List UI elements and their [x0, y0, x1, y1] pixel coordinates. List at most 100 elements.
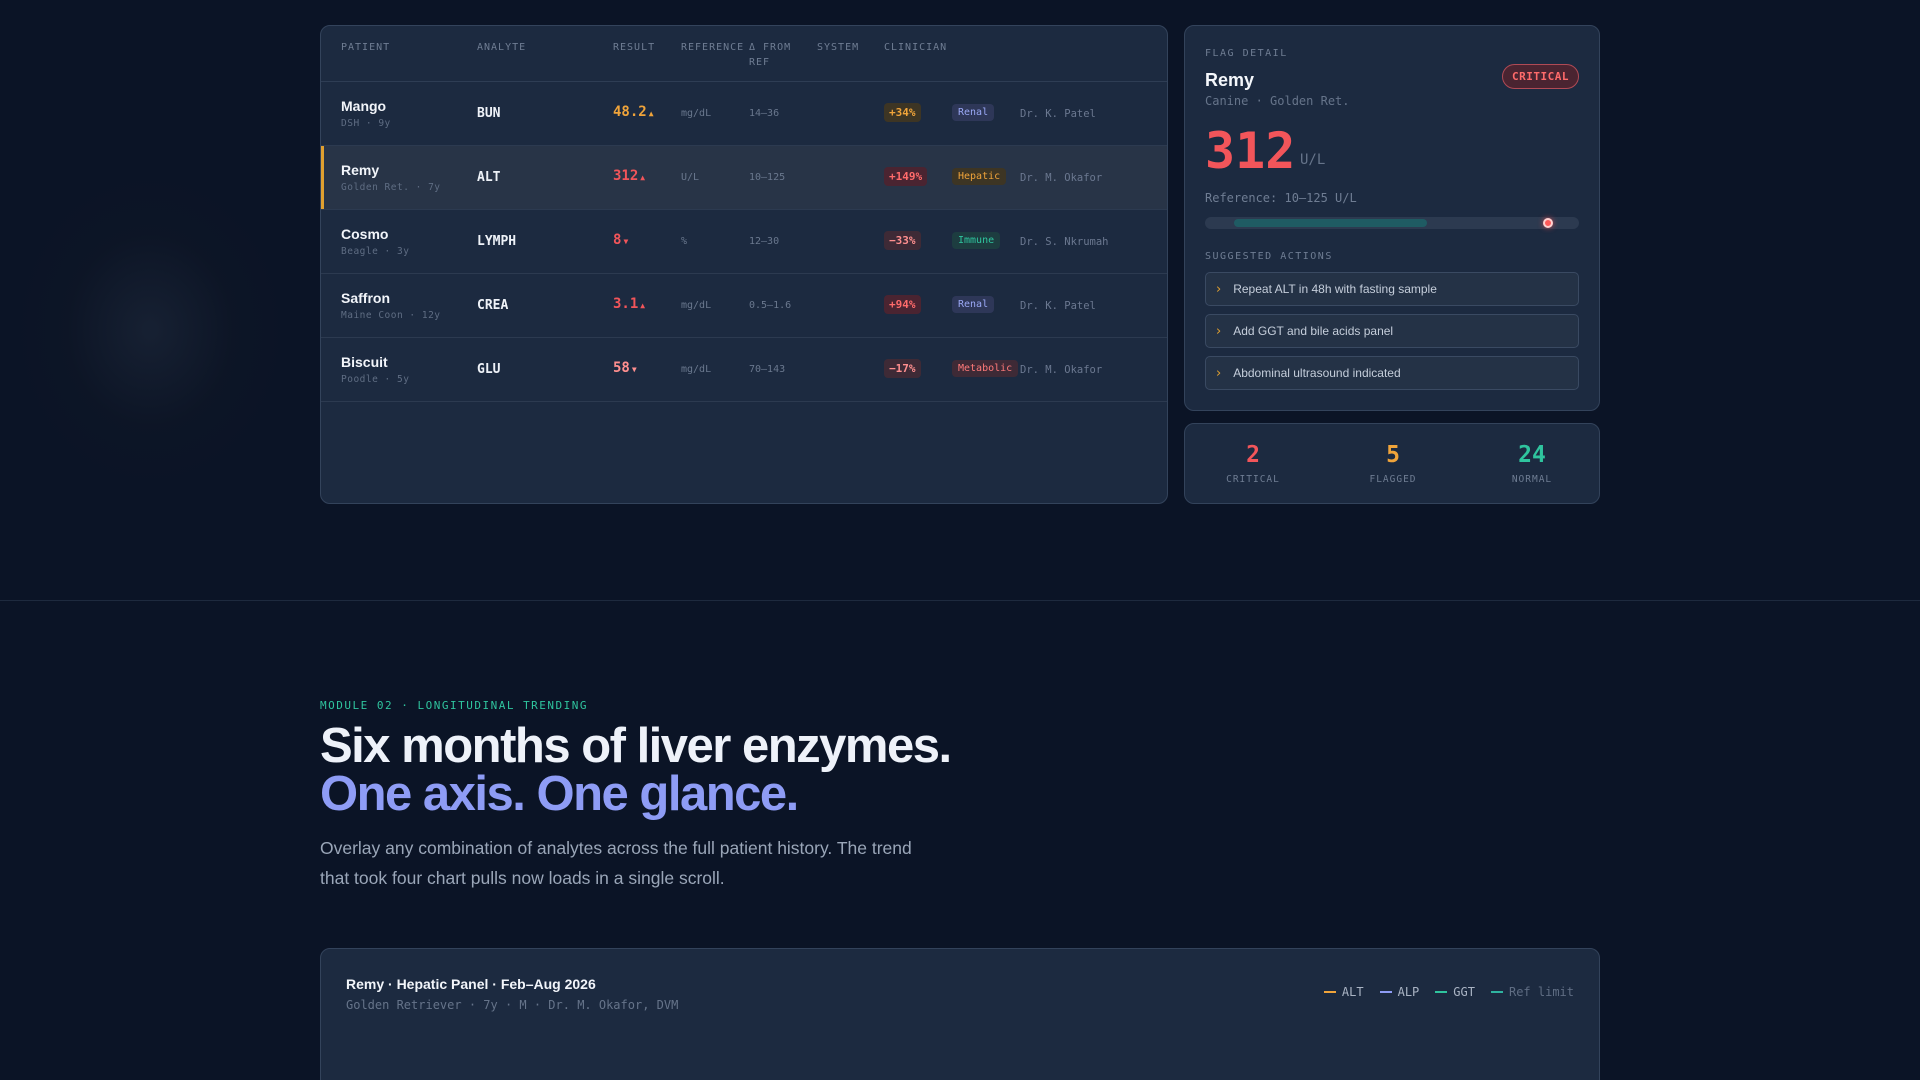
patient-species: Poodle · 5y: [341, 374, 410, 385]
flag-patient-species: Canine · Golden Ret.: [1205, 94, 1350, 108]
col-delta-line2: REF: [749, 57, 771, 68]
legend-label: GGT: [1453, 985, 1475, 999]
clinician-name: Dr. K. Patel: [1020, 108, 1096, 120]
clinician-name: Dr. S. Nkrumah: [1020, 236, 1109, 248]
analyte-code: BUN: [477, 106, 501, 121]
result-unit: mg/dL: [681, 108, 712, 119]
col-clinician[interactable]: CLINICIAN: [884, 40, 947, 55]
system-tag: Renal: [952, 296, 995, 313]
legend-alp[interactable]: ALP: [1379, 985, 1420, 999]
value-marker: [1542, 218, 1553, 228]
table-row[interactable]: Saffron Maine Coon · 12y CREA 3.1 ▲ mg/dL…: [321, 274, 1167, 338]
flag-patient-name: Remy: [1205, 70, 1255, 90]
patient-species: Beagle · 3y: [341, 246, 410, 257]
col-analyte[interactable]: ANALYTE: [477, 40, 526, 55]
result-value: 48.2 ▲: [613, 104, 654, 120]
patient-name: Cosmo: [341, 226, 389, 242]
chevron-right-icon: ›: [1216, 365, 1222, 381]
section-lede: Overlay any combination of analytes acro…: [320, 838, 912, 888]
count-critical: 2 CRITICAL: [1188, 442, 1318, 485]
trend-arrow-icon: ▲: [640, 301, 646, 310]
legend-ggt[interactable]: GGT: [1435, 985, 1475, 999]
col-system[interactable]: SYSTEM: [817, 40, 859, 55]
col-delta[interactable]: Δ FROM REF: [749, 40, 791, 70]
analyte-code: CREA: [477, 298, 509, 313]
col-result[interactable]: RESULT: [613, 40, 655, 55]
flag-reference: Reference: 10–125 U/L: [1205, 191, 1357, 205]
col-patient[interactable]: PATIENT: [341, 40, 390, 55]
clinician-name: Dr. K. Patel: [1020, 300, 1096, 312]
table-row[interactable]: Cosmo Beagle · 3y LYMPH 8 ▼ % 12–30 −33% …: [321, 210, 1167, 274]
legend-label: ALP: [1397, 985, 1420, 999]
table-row[interactable]: Mango DSH · 9y BUN 48.2 ▲ mg/dL 14–36 +34…: [321, 82, 1167, 146]
legend-swatch-dashed: [1490, 991, 1503, 993]
headline-line-2: One axis. One glance.: [320, 767, 799, 821]
analyte-code: ALT: [477, 170, 501, 185]
count-flagged: 5 FLAGGED: [1328, 442, 1458, 485]
trend-arrow-icon: ▼: [631, 365, 637, 374]
results-table: PATIENT ANALYTE RESULT REFERENCE Δ FROM …: [320, 25, 1168, 504]
flag-value: 312: [1205, 122, 1296, 180]
analyte-code: LYMPH: [477, 234, 517, 249]
headline-line-1: Six months of liver enzymes.: [320, 719, 952, 773]
reference-range-bar: [1205, 217, 1579, 229]
chevron-right-icon: ›: [1216, 281, 1222, 297]
count-number: 5: [1386, 442, 1400, 468]
patient-species: Golden Ret. · 7y: [341, 182, 441, 193]
delta-badge: +149%: [884, 167, 928, 186]
legend-swatch: [1323, 991, 1336, 993]
action-label: Abdominal ultrasound indicated: [1233, 366, 1401, 380]
legend-label: ALT: [1341, 985, 1364, 999]
count-label: CRITICAL: [1226, 474, 1280, 485]
col-reference[interactable]: REFERENCE: [681, 40, 744, 55]
flag-detail-label: FLAG DETAIL: [1205, 48, 1288, 59]
chart-subtitle: Golden Retriever · 7y · M · Dr. M. Okafo…: [346, 998, 679, 1012]
patient-species: DSH · 9y: [341, 118, 391, 129]
result-value: 58 ▼: [613, 360, 637, 376]
table-body: Mango DSH · 9y BUN 48.2 ▲ mg/dL 14–36 +34…: [321, 82, 1167, 402]
reference-range: 12–30: [749, 236, 780, 247]
action-repeat-alt[interactable]: › Repeat ALT in 48h with fasting sample: [1205, 272, 1579, 306]
suggested-actions-label: SUGGESTED ACTIONS: [1205, 251, 1333, 262]
result-unit: mg/dL: [681, 364, 712, 375]
clinician-name: Dr. M. Okafor: [1020, 364, 1103, 376]
system-tag: Metabolic: [952, 360, 1019, 377]
action-label: Repeat ALT in 48h with fasting sample: [1233, 282, 1437, 296]
reference-range: 14–36: [749, 108, 780, 119]
legend-ref-limit[interactable]: Ref limit: [1490, 985, 1574, 999]
system-tag: Hepatic: [952, 168, 1007, 185]
delta-badge: −33%: [884, 231, 921, 250]
trend-arrow-icon: ▲: [640, 173, 646, 182]
result-unit: %: [681, 236, 688, 247]
system-tag: Immune: [952, 232, 1001, 249]
legend-label: Ref limit: [1508, 985, 1574, 999]
result-number: 8: [613, 232, 622, 248]
table-row[interactable]: Remy Golden Ret. · 7y ALT 312 ▲ U/L 10–12…: [321, 146, 1167, 210]
reference-range: 0.5–1.6: [749, 300, 792, 311]
action-label: Add GGT and bile acids panel: [1233, 324, 1394, 338]
module-eyebrow: MODULE 02 · LONGITUDINAL TRENDING: [320, 699, 589, 712]
count-label: FLAGGED: [1369, 474, 1417, 485]
patient-species: Maine Coon · 12y: [341, 310, 441, 321]
patient-name: Remy: [341, 162, 380, 178]
result-number: 3.1: [613, 296, 639, 312]
count-number: 2: [1246, 442, 1260, 468]
reference-range: 10–125: [749, 172, 786, 183]
clinician-name: Dr. M. Okafor: [1020, 172, 1103, 184]
legend-swatch: [1379, 991, 1392, 993]
col-delta-line1: Δ FROM: [749, 42, 792, 53]
status-counts: 2 CRITICAL 5 FLAGGED 24 NORMAL: [1184, 423, 1600, 504]
critical-badge: CRITICAL: [1502, 64, 1579, 89]
action-add-ggt[interactable]: › Add GGT and bile acids panel: [1205, 314, 1579, 348]
result-value: 8 ▼: [613, 232, 628, 248]
result-unit: U/L: [681, 172, 700, 183]
count-label: NORMAL: [1511, 474, 1553, 485]
trend-arrow-icon: ▼: [623, 237, 629, 246]
table-row[interactable]: Biscuit Poodle · 5y GLU 58 ▼ mg/dL 70–143…: [321, 338, 1167, 402]
action-ultrasound[interactable]: › Abdominal ultrasound indicated: [1205, 356, 1579, 390]
result-value: 3.1 ▲: [613, 296, 645, 312]
flag-detail-panel: FLAG DETAIL Remy Canine · Golden Ret. CR…: [1184, 25, 1600, 411]
legend-alt[interactable]: ALT: [1323, 985, 1364, 999]
flag-unit: U/L: [1300, 152, 1326, 168]
trend-chart-card: Remy · Hepatic Panel · Feb–Aug 2026 Gold…: [320, 948, 1600, 1080]
